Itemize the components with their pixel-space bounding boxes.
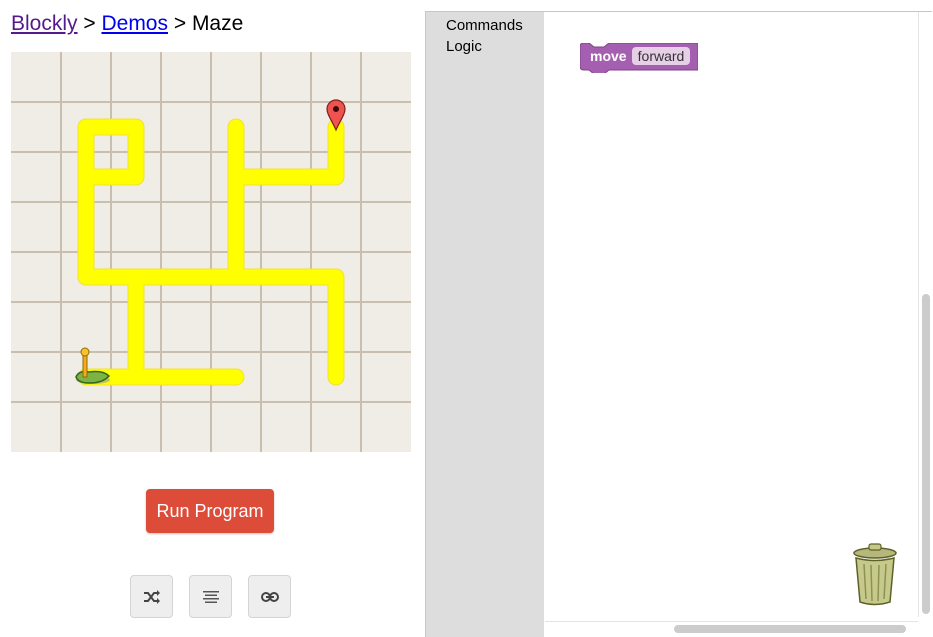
breadcrumb-blockly-link[interactable]: Blockly <box>11 12 78 35</box>
toolbox: Commands Logic <box>426 12 544 637</box>
breadcrumb-separator: > <box>168 12 192 35</box>
shuffle-button[interactable] <box>130 575 173 618</box>
format-button[interactable] <box>189 575 232 618</box>
toolbox-category-commands[interactable]: Commands <box>446 16 523 36</box>
trash-can-icon[interactable] <box>851 541 899 607</box>
move-forward-block[interactable]: move forward <box>580 43 698 73</box>
shuffle-icon <box>143 589 160 604</box>
breadcrumb-demos-link[interactable]: Demos <box>101 12 168 35</box>
link-button[interactable] <box>248 575 291 618</box>
breadcrumb-separator: > <box>77 12 102 35</box>
horizontal-scrollbar-track <box>545 621 918 622</box>
toolbox-category-logic[interactable]: Logic <box>446 37 482 57</box>
run-program-button[interactable]: Run Program <box>146 489 274 533</box>
block-label: move <box>590 48 627 64</box>
breadcrumb: Blockly > Demos > Maze <box>11 11 243 37</box>
maze-board <box>11 52 411 452</box>
page-title: Maze <box>191 12 244 35</box>
vertical-scrollbar[interactable] <box>922 294 930 614</box>
horizontal-scrollbar[interactable] <box>674 625 906 633</box>
direction-dropdown[interactable]: forward <box>632 47 690 65</box>
link-icon <box>260 591 279 602</box>
format-align-icon <box>202 590 219 603</box>
